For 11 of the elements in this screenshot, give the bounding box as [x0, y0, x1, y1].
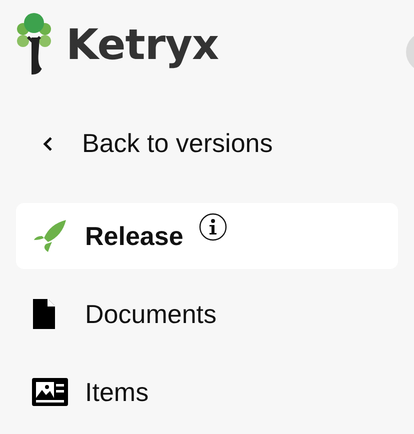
logo-text: Ketryx	[66, 20, 219, 68]
document-icon	[32, 298, 56, 330]
nav-item[interactable]: Items	[16, 359, 398, 425]
leaf-icon	[32, 218, 68, 254]
id-card-icon	[32, 378, 68, 406]
tree-logo-icon	[16, 13, 52, 75]
nav-item[interactable]: Release	[16, 203, 398, 269]
info-icon[interactable]	[199, 213, 228, 241]
back-link[interactable]: Back to versions	[42, 128, 414, 159]
nav-item[interactable]: Documents	[16, 281, 398, 347]
chevron-left-icon	[42, 136, 54, 152]
